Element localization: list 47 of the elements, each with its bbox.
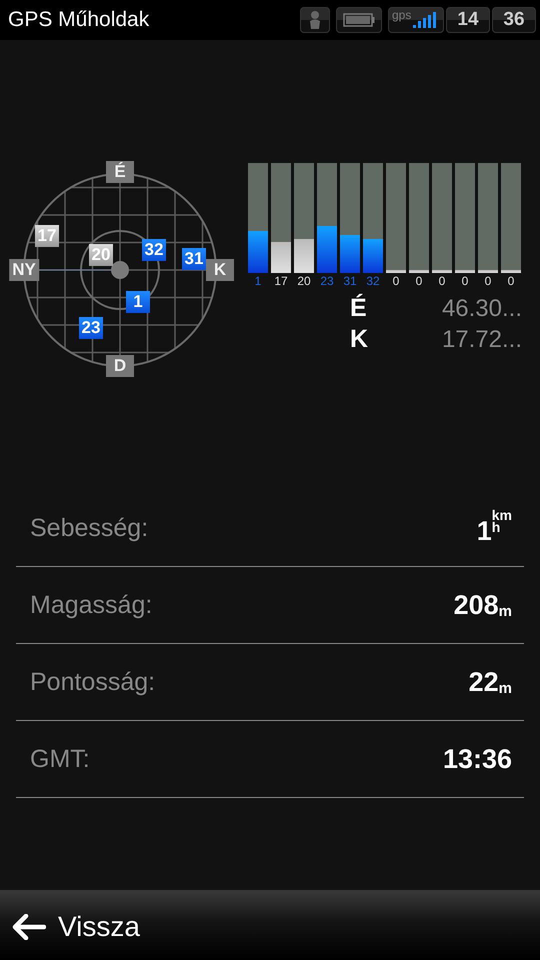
satellite-number: 23 [320,274,334,288]
satellite-marker: 23 [79,317,103,339]
direction-label: NY [9,259,39,281]
person-icon [308,10,322,30]
coordinate-label: É [350,294,367,323]
direction-label: D [106,355,134,377]
back-button[interactable]: Vissza [0,907,150,943]
satellite-number: 0 [462,274,468,288]
detail-value: 13:36 [442,744,512,774]
satellite-number: 31 [343,274,357,288]
detail-label: Pontosság: [30,668,156,696]
detail-label: Magasság: [30,590,152,620]
satellite-number: 0 [484,274,492,288]
direction-label: É [106,161,134,183]
satellite-number: 0 [438,274,446,288]
satellite-marker: 20 [89,244,113,266]
coordinate-value: 46.30... [442,295,522,323]
detail-label: GMT: [30,744,90,774]
detail-value: 1 [476,516,492,547]
satellite-number: 0 [392,274,400,288]
unit-label: m [498,680,512,696]
signal-icon [413,12,439,28]
satellite-marker: 1 [126,291,150,313]
back-arrow-icon [12,914,46,940]
clock-minutes: 36 [492,7,536,33]
window-title: GPS Műholdak [8,8,150,32]
unit-label: m [498,602,512,620]
coordinate-value: 17.72... [442,326,522,354]
satellite-number: 1 [254,274,262,288]
direction-label: K [206,259,234,281]
unit-label: km [492,509,512,521]
satellite-number: 17 [274,274,288,288]
satellite-marker: 17 [35,225,59,247]
satellite-number: 20 [297,274,311,288]
battery-icon [343,12,375,28]
detail-label: Sebesség: [30,514,148,542]
unit-label: h [492,521,500,533]
coordinate-label: K [350,325,368,354]
clock-hours: 14 [446,7,490,33]
gps-label: gps [392,8,412,22]
detail-value: 208 [454,590,499,620]
detail-value: 22 [468,666,499,698]
satellite-marker: 32 [142,239,166,261]
satellite-marker: 31 [182,248,206,270]
satellite-number: 0 [508,274,514,288]
satellite-number: 0 [416,274,422,288]
satellite-number: 32 [366,274,380,288]
